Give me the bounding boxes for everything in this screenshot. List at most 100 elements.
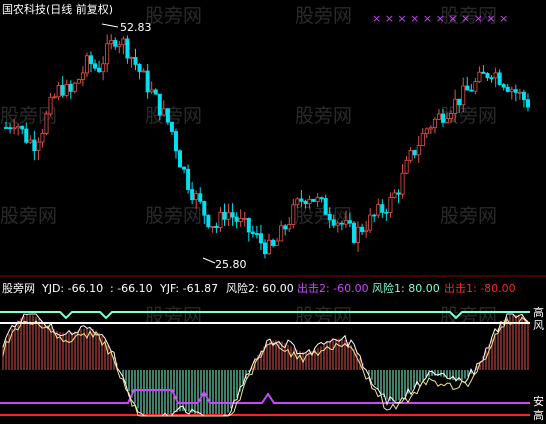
candle-body [319, 197, 324, 200]
candle-body [36, 141, 41, 152]
candle-body [380, 204, 385, 213]
candle-body [101, 63, 106, 73]
candle-body [222, 211, 227, 220]
right-high-label: 高 [533, 305, 544, 319]
watermark: 股旁网 [145, 205, 202, 227]
candle-body [173, 131, 178, 152]
candle-body [202, 200, 207, 216]
candle-body [477, 71, 482, 83]
candle-body [335, 222, 340, 226]
candle-body [388, 197, 393, 213]
candle-body [307, 198, 312, 205]
candle-body [194, 193, 199, 201]
candle-body [420, 133, 425, 147]
candle-body [356, 226, 361, 243]
candle-body [517, 91, 522, 94]
candle-body [169, 121, 174, 132]
candle-body [133, 57, 138, 65]
candle-body [416, 145, 421, 156]
candle-body [509, 89, 514, 92]
candle-body [84, 55, 89, 74]
candle-body [44, 113, 49, 134]
signal-markers: × × × × × × × × × × × [372, 12, 508, 25]
candle-body [351, 222, 356, 243]
watermark: 股旁网 [440, 105, 497, 127]
stock-chart: 股旁网 股旁网 股旁网 股旁网 股旁网 股旁网 股旁网 股旁网 股旁网 股旁网 … [0, 2, 546, 422]
candle-body [339, 222, 344, 225]
candle-body [56, 85, 61, 98]
candle-body [505, 86, 510, 92]
candle-body [165, 108, 170, 123]
low-pointer [202, 257, 216, 264]
candle-body [453, 98, 458, 114]
candle-body [230, 212, 235, 218]
candle-body [178, 150, 183, 168]
yjd-label: YJD: -66.10 [41, 282, 103, 295]
candle-body [210, 225, 215, 228]
candle-body [513, 89, 518, 93]
candle-body [376, 204, 381, 216]
candle-body [153, 89, 158, 95]
candle-body [12, 127, 17, 130]
risk1-label: 风险1: 80.00 [372, 281, 440, 295]
candle-body [521, 91, 526, 101]
candle-body [291, 204, 296, 225]
candle-body [121, 38, 126, 46]
watermark: 股旁网 [295, 5, 352, 27]
candle-body [214, 225, 219, 228]
candle-body [109, 40, 114, 45]
candle-body [60, 85, 65, 96]
high-label: 52.83 [120, 21, 152, 34]
candle-body [465, 85, 470, 91]
watermark: 股旁网 [440, 205, 497, 227]
watermark: 股旁网 [145, 5, 202, 27]
candle-body [279, 225, 284, 242]
candle-body [238, 217, 243, 222]
candle-body [368, 214, 373, 231]
candle-body [384, 211, 389, 214]
yjd-line [2, 313, 529, 417]
candle-body [445, 118, 450, 123]
candle-body [449, 113, 454, 120]
candle-body [52, 96, 57, 99]
candle-body [48, 96, 53, 115]
candle-body [315, 197, 320, 202]
candle-body [234, 216, 239, 222]
right-gao2-label: 高 [533, 408, 544, 422]
candle-body [461, 85, 466, 106]
right-an-label: 安 [533, 394, 544, 408]
candle-body [125, 38, 130, 59]
high-pointer [101, 23, 119, 28]
candle-body [392, 192, 397, 199]
candle-body [4, 127, 9, 129]
candle-body [93, 63, 98, 69]
yjd2-label: : -66.10 [110, 282, 153, 295]
candle-body [218, 211, 223, 228]
candle-body [149, 89, 154, 93]
candle-body [497, 72, 502, 85]
candle-body [436, 113, 441, 120]
chart-title: 国农科技(日线 前复权) [2, 2, 113, 16]
candle-body [190, 189, 195, 201]
risk2-label: 风险2: 60.00 [226, 281, 294, 295]
candle-body [343, 220, 348, 225]
candle-body [287, 224, 292, 230]
candle-body [24, 128, 29, 143]
candle-body [198, 193, 203, 202]
strike2-line [0, 389, 530, 404]
candle-body [283, 225, 288, 230]
candle-body [242, 217, 247, 220]
candle-body [412, 149, 417, 156]
candle-body [323, 198, 328, 215]
candle-body [157, 93, 162, 116]
yjf-line [2, 316, 529, 417]
strike1-label: 出击1: -80.00 [444, 281, 516, 295]
candle-body [97, 67, 102, 73]
watermarks: 股旁网 股旁网 股旁网 股旁网 股旁网 股旁网 股旁网 股旁网 股旁网 股旁网 … [0, 5, 497, 327]
candle-body [254, 233, 259, 235]
candle-body [20, 125, 25, 130]
candle-body [372, 214, 377, 217]
candle-body [327, 213, 332, 221]
candle-body [80, 72, 85, 80]
candle-body [68, 83, 73, 92]
